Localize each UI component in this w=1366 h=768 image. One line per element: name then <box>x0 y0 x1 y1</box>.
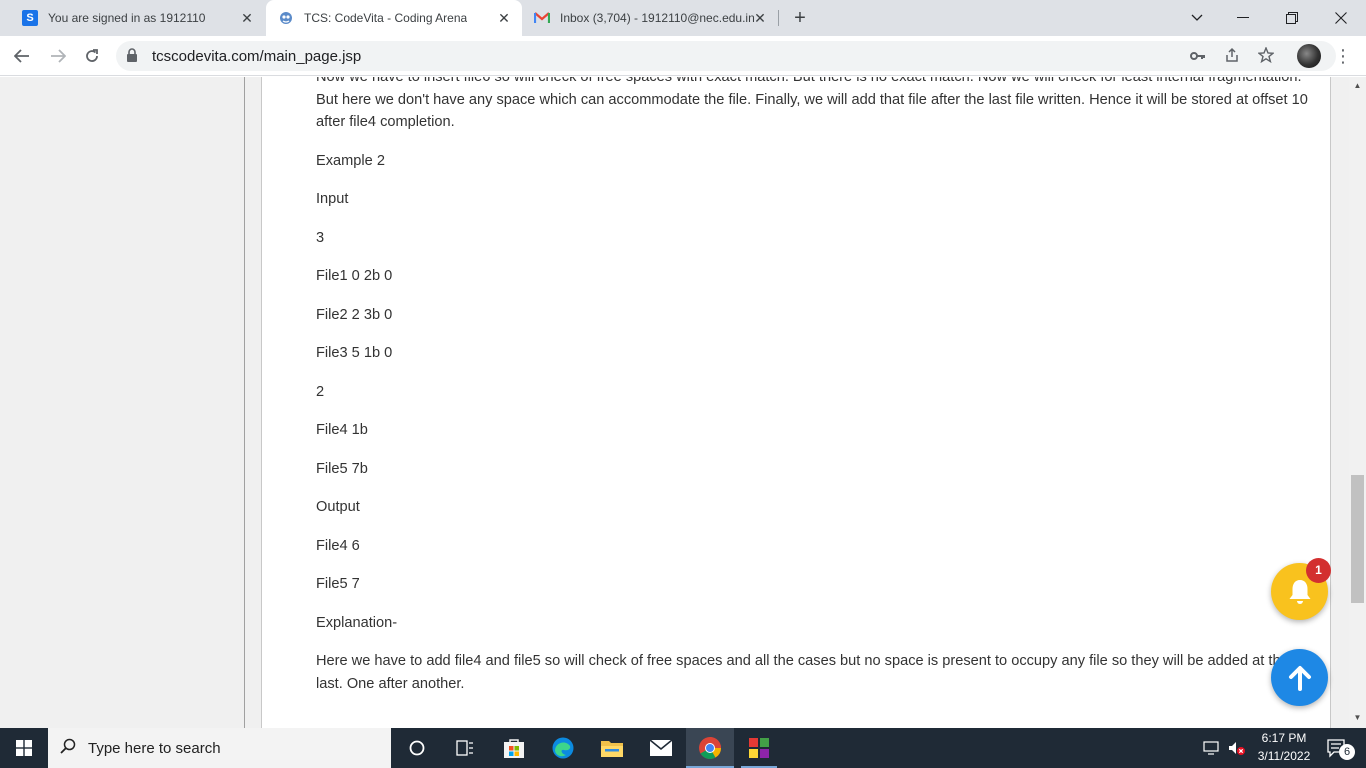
page-scrollbar[interactable]: ▲ ▼ <box>1349 77 1366 728</box>
chrome-button[interactable] <box>686 728 734 768</box>
share-icon[interactable] <box>1222 47 1242 67</box>
output-line: File5 7 <box>316 576 360 592</box>
lock-icon[interactable] <box>126 48 140 64</box>
input-line: File1 0 2b 0 <box>316 268 393 284</box>
problem-statement: Now we have to insert file6 so will chec… <box>316 77 1311 711</box>
mail-app-button[interactable] <box>637 728 685 768</box>
back-button[interactable] <box>8 42 36 70</box>
content-frame: Now we have to insert file6 so will chec… <box>246 77 1348 728</box>
input-line: 2 <box>316 383 325 400</box>
volume-tray-button[interactable] <box>1224 728 1250 768</box>
explanation-paragraph: Now we have to insert file6 so will chec… <box>316 77 1308 130</box>
task-view-icon <box>456 740 473 756</box>
edge-browser-button[interactable] <box>539 728 587 768</box>
scroll-up-arrow-icon[interactable]: ▲ <box>1349 81 1366 93</box>
close-window-button[interactable] <box>1318 0 1364 36</box>
tab-label: Inbox (3,704) - 1912110@nec.edu.in <box>560 11 755 25</box>
bell-icon <box>1289 579 1310 604</box>
tab-gmail[interactable]: Inbox (3,704) - 1912110@nec.edu.in ✕ <box>522 0 778 36</box>
cortana-circle-icon <box>409 740 425 756</box>
tab-codevita[interactable]: TCS: CodeVita - Coding Arena ✕ <box>266 0 522 36</box>
task-view-button[interactable] <box>441 728 489 768</box>
page-viewport: Now we have to insert file6 so will chec… <box>0 77 1366 728</box>
edge-icon <box>552 737 574 759</box>
browser-toolbar: tcscodevita.com/main_page.jsp <box>0 36 1366 76</box>
muted-speaker-icon <box>1229 742 1245 755</box>
tab-label: TCS: CodeVita - Coding Arena <box>304 11 468 25</box>
output-label: Output <box>316 499 360 515</box>
key-icon[interactable] <box>1188 47 1208 67</box>
codevita-logo-icon <box>278 10 294 26</box>
address-bar[interactable]: tcscodevita.com/main_page.jsp <box>116 41 1336 71</box>
app-tile-button[interactable] <box>735 728 783 768</box>
explanation-label: Explanation- <box>316 614 398 631</box>
url-text[interactable]: tcscodevita.com/main_page.jsp <box>152 48 361 65</box>
clock-time[interactable]: 6:17 PM <box>1250 731 1318 745</box>
windows-start-button[interactable] <box>0 728 48 768</box>
folder-icon <box>601 741 623 757</box>
search-icon <box>48 738 88 759</box>
notification-count: 6 <box>1339 744 1355 760</box>
file-explorer-button[interactable] <box>588 728 636 768</box>
colored-blocks-icon <box>749 738 769 758</box>
profile-avatar[interactable] <box>1297 44 1321 68</box>
restore-button[interactable] <box>1269 0 1315 36</box>
input-line: File2 2 3b 0 <box>316 306 393 323</box>
browser-tab-strip: S You are signed in as 1912110 ✕ TCS: Co… <box>0 0 1366 36</box>
input-line: File3 5 1b 0 <box>316 345 393 361</box>
reload-button[interactable] <box>78 42 106 70</box>
forward-button[interactable] <box>44 42 72 70</box>
arrow-up-icon <box>1288 665 1311 691</box>
gmail-icon <box>534 10 550 26</box>
explanation-paragraph: Here we have to add file4 and file5 so w… <box>316 653 1289 692</box>
left-panel <box>0 77 245 728</box>
scroll-down-arrow-icon[interactable]: ▼ <box>1349 713 1366 725</box>
scroll-to-top-button[interactable] <box>1271 649 1328 706</box>
output-line: File4 6 <box>316 537 360 554</box>
search-placeholder: Type here to search <box>88 739 221 757</box>
network-tray-button[interactable] <box>1198 728 1226 768</box>
problem-statement-card: Now we have to insert file6 so will chec… <box>261 77 1331 728</box>
browser-menu-icon[interactable]: ⋮ <box>1334 44 1352 68</box>
bookmark-star-icon[interactable] <box>1256 46 1276 67</box>
mail-envelope-icon <box>649 739 673 756</box>
tab-label: You are signed in as 1912110 <box>48 11 206 25</box>
windows-logo-icon <box>16 740 32 756</box>
s-logo-icon: S <box>22 10 38 26</box>
input-line: 3 <box>316 229 325 246</box>
new-tab-button[interactable]: + <box>788 6 812 30</box>
close-icon[interactable]: ✕ <box>496 10 512 26</box>
tab-signed-in[interactable]: S You are signed in as 1912110 ✕ <box>10 0 265 36</box>
taskbar-search-box[interactable]: Type here to search <box>48 728 391 768</box>
tab-separator <box>778 10 779 26</box>
input-line: File5 7b <box>316 460 368 477</box>
input-label: Input <box>316 191 349 207</box>
windows-taskbar: Type here to search 6:17 PM 3/11/2022 6 <box>0 728 1366 768</box>
tab-search-chevron-icon[interactable] <box>1174 0 1220 36</box>
action-center-button[interactable]: 6 <box>1318 728 1358 768</box>
close-icon[interactable]: ✕ <box>752 10 768 26</box>
minimize-button[interactable] <box>1220 0 1266 36</box>
input-line: File4 1b <box>316 422 368 438</box>
close-icon[interactable]: ✕ <box>239 10 255 26</box>
example-heading: Example 2 <box>316 152 385 169</box>
cortana-button[interactable] <box>393 728 441 768</box>
clock-date[interactable]: 3/11/2022 <box>1250 749 1318 763</box>
notification-badge: 1 <box>1306 558 1331 583</box>
scrollbar-thumb[interactable] <box>1351 475 1364 603</box>
store-bag-icon <box>504 739 524 758</box>
microsoft-store-button[interactable] <box>490 728 538 768</box>
network-icon <box>1203 741 1219 755</box>
chrome-icon <box>699 737 721 759</box>
